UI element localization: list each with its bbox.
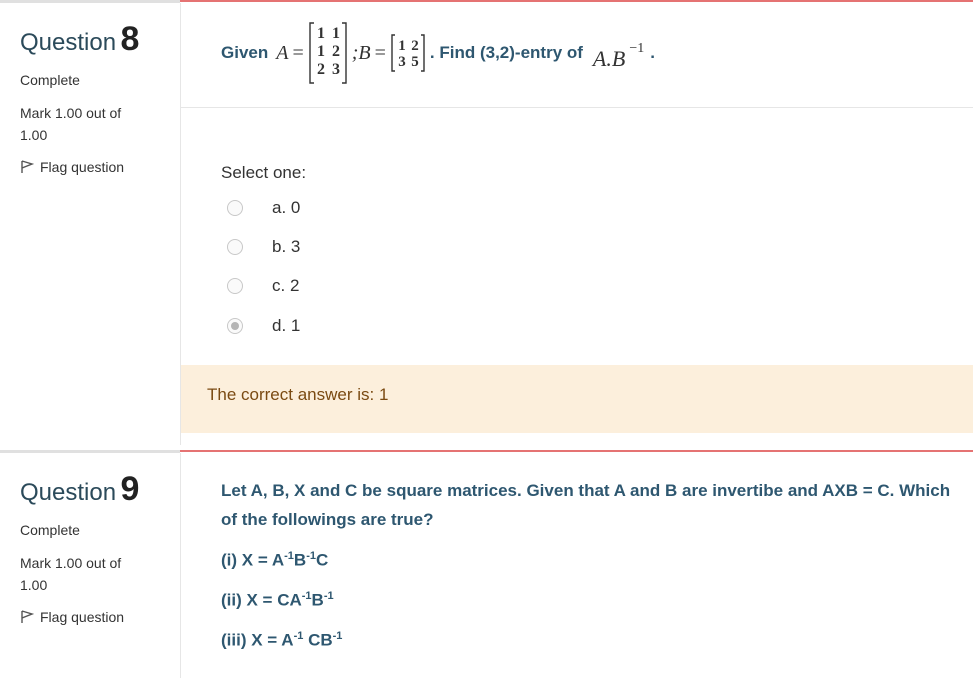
statement-ii: (ii) X = CA-1B-1 [221,590,334,610]
statement-i: (i) X = A-1B-1C [221,550,329,570]
statement-iii: (iii) X = A-1 CB-1 [221,630,343,650]
matrix-a-cell: 2 [332,43,340,60]
flag-icon [21,160,34,173]
option-d-radio[interactable] [227,318,243,334]
option-b-radio[interactable] [227,239,243,255]
question-8-number: Question 8 [20,20,140,58]
matrix-a-cell: 1 [332,25,340,42]
matrix-a-cell: 1 [317,25,325,42]
question-8-state: Complete [20,72,80,88]
matrix-b: 1 2 3 5 [391,34,425,72]
matrix-b-cell: 2 [411,38,419,54]
matrix-b-cell: 1 [398,38,406,54]
option-a-radio[interactable] [227,200,243,216]
question-8: Question 8 Complete Mark 1.00 out of 1.0… [0,0,973,445]
option-b[interactable]: b. 3 [227,237,300,257]
matrix-a-cell: 2 [317,61,325,78]
question-9: Question 9 Complete Mark 1.00 out of 1.0… [0,450,973,678]
question-8-text: Given A = 1 1 1 2 2 3 ;B = 1 2 3 5 . Fin… [221,22,655,84]
question-9-number: Question 9 [20,470,140,508]
feedback-box: The correct answer is: 1 [181,365,973,433]
question-9-info: Question 9 Complete Mark 1.00 out of 1.0… [0,450,180,678]
matrix-b-cell: 3 [398,54,406,70]
option-c-radio[interactable] [227,278,243,294]
question-8-grade: Mark 1.00 out of 1.00 [20,105,122,143]
matrix-b-cell: 5 [411,54,419,70]
flag-icon [21,610,34,623]
question-9-grade: Mark 1.00 out of 1.00 [20,555,122,593]
matrix-a: 1 1 1 2 2 3 [309,22,347,84]
question-9-content: Let A, B, X and C be square matrices. Gi… [180,453,973,678]
flag-question-link[interactable]: Flag question [40,609,124,625]
select-one-prompt: Select one: [221,163,307,182]
question-8-flag[interactable]: Flag question [20,159,124,175]
option-a[interactable]: a. 0 [227,198,300,218]
question-8-info: Question 8 Complete Mark 1.00 out of 1.0… [0,0,180,445]
question-9-text: Let A, B, X and C be square matrices. Gi… [221,481,951,529]
question-8-divider [181,107,973,108]
flag-question-link[interactable]: Flag question [40,159,124,175]
feedback-text: The correct answer is: 1 [207,385,389,404]
option-c[interactable]: c. 2 [227,276,299,296]
matrix-a-cell: 1 [317,43,325,60]
question-9-flag[interactable]: Flag question [20,609,124,625]
matrix-a-cell: 3 [332,61,340,78]
option-d[interactable]: d. 1 [227,316,300,336]
question-8-content: Given A = 1 1 1 2 2 3 ;B = 1 2 3 5 . Fin… [180,3,973,445]
question-9-state: Complete [20,522,80,538]
